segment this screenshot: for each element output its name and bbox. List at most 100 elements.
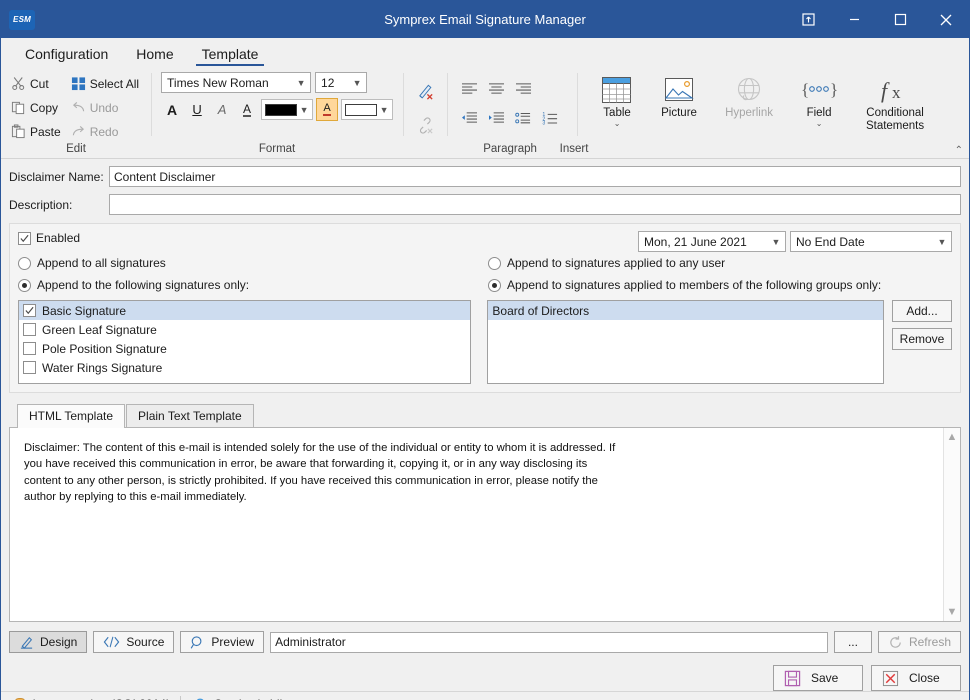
undo-label: Undo (89, 100, 119, 115)
browse-user-button[interactable]: ... (833, 631, 872, 653)
radio-any-user[interactable]: Append to signatures applied to any user (488, 252, 952, 274)
tab-template[interactable]: Template (188, 44, 273, 67)
signature-checkbox[interactable] (23, 304, 36, 317)
enabled-checkbox[interactable]: Enabled (18, 231, 80, 245)
start-date-combo[interactable]: Mon, 21 June 2021 ▼ (638, 231, 786, 252)
font-size-combo[interactable]: 12 ▼ (315, 72, 368, 93)
bullet-list-button[interactable] (511, 107, 536, 130)
increase-indent-icon (488, 111, 505, 126)
signature-checkbox[interactable] (23, 361, 36, 374)
tab-home[interactable]: Home (122, 44, 187, 67)
close-button[interactable]: Close (871, 665, 961, 691)
numbered-list-button[interactable]: 123 (538, 107, 563, 130)
font-family-combo[interactable]: Times New Roman ▼ (161, 72, 312, 93)
restore-down-icon[interactable] (785, 1, 831, 38)
cut-button[interactable]: Cut (7, 72, 67, 95)
decrease-indent-button[interactable] (457, 107, 482, 130)
source-mode-button[interactable]: Source (93, 631, 175, 653)
highlight-color-picker[interactable]: ▼ (341, 99, 394, 120)
scroll-up-icon[interactable]: ▲ (947, 431, 958, 443)
list-item-label: Water Rings Signature (42, 360, 163, 375)
remove-hyperlink-button[interactable] (412, 112, 438, 138)
list-item[interactable]: Green Leaf Signature (19, 320, 470, 339)
copy-button[interactable]: Copy (7, 96, 67, 119)
tab-html-template[interactable]: HTML Template (17, 404, 126, 428)
save-disk-icon (784, 670, 801, 687)
source-mode-label: Source (126, 635, 165, 649)
paste-button[interactable]: Paste (7, 120, 67, 143)
select-all-button[interactable]: Select All (67, 72, 145, 95)
ribbon-group-format: Times New Roman ▼ 12 ▼ A U A A ▼ A ▼ For… (151, 67, 403, 158)
list-item[interactable]: Basic Signature (19, 301, 471, 320)
editor-vertical-scrollbar[interactable]: ▲ ▼ (943, 428, 960, 621)
ribbon-group-insert: Table ⌄ Picture Hyperlink {} Field ⌄ f … (560, 67, 949, 158)
close-icon[interactable] (923, 1, 969, 38)
insert-picture-button[interactable]: Picture (651, 74, 707, 133)
refresh-button[interactable]: Refresh (877, 631, 961, 653)
align-right-button[interactable] (511, 78, 536, 101)
date-range: Mon, 21 June 2021 ▼ No End Date ▼ (488, 231, 952, 252)
signature-checkbox[interactable] (23, 323, 36, 336)
copy-label: Copy (30, 100, 59, 115)
close-x-icon (882, 670, 899, 687)
refresh-icon (888, 635, 903, 650)
insert-field-button[interactable]: {} Field ⌄ (791, 74, 847, 133)
design-mode-label: Design (40, 635, 78, 649)
list-item-label: Basic Signature (42, 303, 127, 318)
save-button[interactable]: Save (773, 665, 863, 691)
radio-append-selected-signatures-label: Append to the following signatures only: (37, 278, 250, 292)
design-mode-button[interactable]: Design (9, 631, 88, 653)
signature-checkbox[interactable] (23, 342, 36, 355)
minimize-icon[interactable] (831, 1, 877, 38)
end-date-combo[interactable]: No End Date ▼ (790, 231, 952, 252)
italic-button[interactable]: A (211, 98, 233, 121)
radio-group-members[interactable]: Append to signatures applied to members … (488, 274, 952, 296)
disclaimer-name-input[interactable]: Content Disclaimer (109, 166, 961, 187)
radio-append-all-signatures[interactable]: Append to all signatures (18, 252, 488, 274)
list-item[interactable]: Water Rings Signature (19, 358, 470, 377)
redo-button[interactable]: Redo (67, 120, 145, 143)
bullet-list-icon (515, 111, 532, 126)
tab-plain-text-template[interactable]: Plain Text Template (126, 404, 254, 428)
signatures-list[interactable]: Basic Signature Green Leaf Signature Pol… (18, 300, 472, 384)
maximize-icon[interactable] (877, 1, 923, 38)
end-date-value: No End Date (796, 234, 865, 249)
preview-mode-button[interactable]: Preview (180, 631, 265, 653)
template-editor-body[interactable]: Disclaimer: The content of this e-mail i… (10, 428, 943, 621)
align-center-button[interactable] (484, 78, 509, 101)
template-editor: Disclaimer: The content of this e-mail i… (9, 427, 961, 622)
list-item[interactable]: Pole Position Signature (19, 339, 470, 358)
add-group-button[interactable]: Add... (892, 300, 952, 322)
align-left-button[interactable] (457, 78, 482, 101)
font-color-button[interactable]: A (236, 98, 258, 121)
start-date-value: Mon, 21 June 2021 (644, 234, 747, 249)
magnifier-icon (190, 635, 205, 650)
insert-hyperlink-button[interactable]: Hyperlink (713, 74, 785, 133)
scope-panel: Enabled Mon, 21 June 2021 ▼ No End Date … (9, 223, 961, 393)
field-braces-icon: {} (799, 76, 839, 106)
list-item[interactable]: Board of Directors (488, 301, 883, 320)
italic-icon: A (217, 102, 227, 117)
group-label-format: Format (258, 143, 296, 155)
bold-button[interactable]: A (161, 98, 183, 121)
text-color-picker[interactable]: ▼ (261, 99, 314, 120)
group-action-buttons: Add... Remove (892, 300, 952, 384)
conditional-statements-button[interactable]: fx Conditional Statements (853, 74, 937, 133)
clear-formatting-button[interactable] (412, 78, 438, 104)
radio-append-selected-signatures[interactable]: Append to the following signatures only: (18, 274, 488, 296)
increase-indent-button[interactable] (484, 107, 509, 130)
preview-user-input[interactable]: Administrator (270, 631, 828, 653)
list-item-label: Green Leaf Signature (42, 322, 157, 337)
insert-table-button[interactable]: Table ⌄ (589, 74, 645, 133)
enabled-area: Enabled (18, 231, 488, 252)
underline-button[interactable]: U (186, 98, 208, 121)
tab-configuration[interactable]: Configuration (11, 44, 122, 67)
description-input[interactable] (109, 194, 961, 215)
highlight-button[interactable]: A (316, 98, 339, 121)
collapse-ribbon-icon[interactable]: ⌃ (955, 145, 963, 156)
undo-button[interactable]: Undo (67, 96, 145, 119)
remove-group-button[interactable]: Remove (892, 328, 952, 350)
scroll-down-icon[interactable]: ▼ (947, 606, 958, 618)
groups-list[interactable]: Board of Directors (487, 300, 884, 384)
font-size-value: 12 (321, 75, 335, 90)
